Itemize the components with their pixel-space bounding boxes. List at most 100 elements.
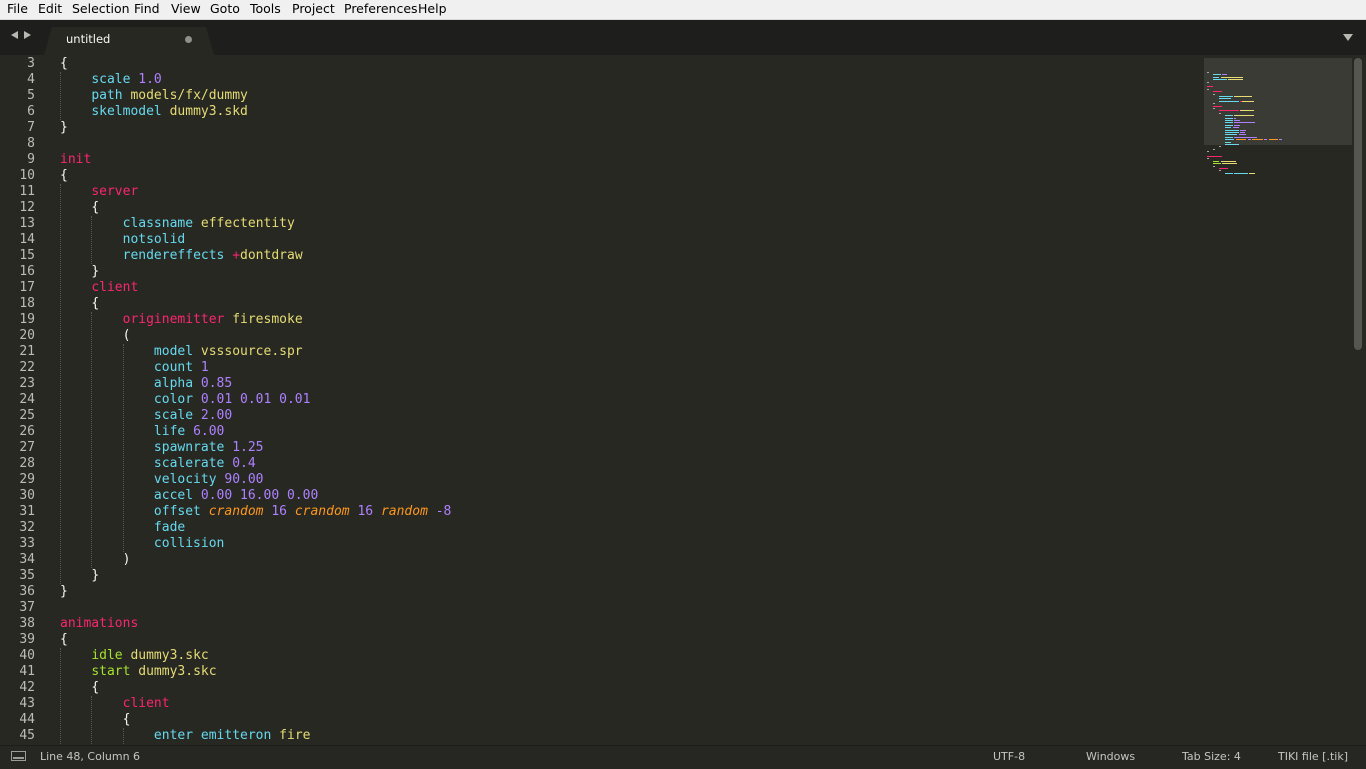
tab-title[interactable]: untitled (66, 32, 110, 46)
code-editor[interactable]: 3{4 scale 1.0 5 path models/fx/dummy 6 ske… (0, 55, 1366, 745)
line-number: 27 (19, 440, 35, 455)
code-line[interactable]: 3{ (0, 56, 1200, 72)
status-syntax[interactable]: TIKI file [.tik] (1278, 750, 1348, 764)
code-line[interactable]: 35 } (0, 568, 1200, 584)
code-line[interactable]: 37 (0, 600, 1200, 616)
code-line[interactable]: 28 scalerate 0.4 (0, 456, 1200, 472)
minimap-mark (1225, 141, 1231, 143)
code-line[interactable]: 17 client (0, 280, 1200, 296)
code-line[interactable]: 41 start dummy3.skc (0, 664, 1200, 680)
line-code: scale 2.00 (60, 408, 232, 424)
code-line[interactable]: 23 alpha 0.85 (0, 376, 1200, 392)
vertical-scrollbar[interactable] (1354, 58, 1362, 350)
minimap-mark (1219, 146, 1221, 148)
code-line[interactable]: 22 count 1 (0, 360, 1200, 376)
code-token: client (122, 696, 170, 711)
code-token: count (153, 360, 194, 375)
code-line[interactable]: 11 server (0, 184, 1200, 200)
triangle-down-icon[interactable] (1343, 34, 1353, 41)
code-line[interactable]: 34 ) (0, 552, 1200, 568)
code-line[interactable]: 30 accel 0.00 16.00 0.00 (0, 488, 1200, 504)
menu-view[interactable]: View (171, 1, 201, 17)
code-line[interactable]: 45 enter emitteron fire (0, 728, 1200, 744)
code-line[interactable]: 40 idle dummy3.skc (0, 648, 1200, 664)
code-line[interactable]: 38 animations (0, 616, 1200, 632)
minimap-mark (1213, 93, 1215, 95)
code-line[interactable]: 24 color 0.01 0.01 0.01 (0, 392, 1200, 408)
minimap[interactable] (1204, 58, 1352, 218)
menu-tools[interactable]: Tools (250, 1, 281, 17)
status-line-endings[interactable]: Windows (1086, 750, 1135, 764)
menu-edit[interactable]: Edit (38, 1, 62, 17)
code-line[interactable]: 25 scale 2.00 (0, 408, 1200, 424)
line-code: path models/fx/dummy (60, 88, 248, 104)
code-line[interactable]: 36} (0, 584, 1200, 600)
code-line[interactable]: 13 classname effectentity (0, 216, 1200, 232)
minimap-mark (1225, 117, 1233, 119)
code-line[interactable]: 21 model vsssource.spr (0, 344, 1200, 360)
code-token: { (122, 712, 131, 727)
code-token: start (91, 664, 131, 679)
code-line[interactable]: 6 skelmodel dummy3.skd (0, 104, 1200, 120)
code-line[interactable]: 9 init (0, 152, 1200, 168)
minimap-mark (1234, 136, 1257, 138)
triangle-left-icon[interactable] (11, 31, 18, 39)
code-line[interactable]: 32 fade (0, 520, 1200, 536)
code-line[interactable]: 14 notsolid (0, 232, 1200, 248)
code-line[interactable]: 44 { (0, 712, 1200, 728)
menu-file[interactable]: File (7, 1, 28, 17)
code-token: 90.00 (224, 472, 264, 487)
menu-preferences[interactable]: Preferences (344, 1, 418, 17)
triangle-right-icon[interactable] (24, 31, 31, 39)
status-cursor-position: Line 48, Column 6 (40, 750, 141, 763)
menu-find[interactable]: Find (134, 1, 160, 17)
minimap-mark (1234, 117, 1236, 119)
code-line[interactable]: 7} (0, 120, 1200, 136)
code-line[interactable]: 5 path models/fx/dummy (0, 88, 1200, 104)
code-line[interactable]: 4 scale 1.0 (0, 72, 1200, 88)
status-tab-size[interactable]: Tab Size: 4 (1182, 750, 1241, 764)
status-encoding[interactable]: UTF-8 (993, 750, 1025, 764)
code-line[interactable]: 33 collision (0, 536, 1200, 552)
code-line[interactable]: 18 { (0, 296, 1200, 312)
minimap-mark (1249, 172, 1255, 174)
code-line[interactable]: 39 { (0, 632, 1200, 648)
minimap-mark (1264, 139, 1267, 141)
menu-project[interactable]: Project (292, 1, 335, 17)
minimap-mark (1213, 108, 1215, 109)
menu-goto[interactable]: Goto (210, 1, 240, 17)
code-line[interactable]: 20 ( (0, 328, 1200, 344)
code-line[interactable]: 16 } (0, 264, 1200, 280)
line-number: 4 (27, 72, 35, 87)
code-token: dummy3.skd (169, 104, 248, 119)
line-number: 43 (19, 696, 35, 711)
code-line[interactable]: 12 { (0, 200, 1200, 216)
line-number: 40 (19, 648, 35, 663)
code-line[interactable]: 31 offset crandom 16 crandom 16 random -… (0, 504, 1200, 520)
code-line[interactable]: 29 velocity 90.00 (0, 472, 1200, 488)
code-line[interactable]: 8 (0, 136, 1200, 152)
code-line[interactable]: 10 { (0, 168, 1200, 184)
code-line[interactable]: 43 client (0, 696, 1200, 712)
line-code: color 0.01 0.01 0.01 (60, 392, 311, 408)
code-line[interactable]: 26 life 6.00 (0, 424, 1200, 440)
line-number: 7 (27, 120, 35, 135)
code-line[interactable]: 15 rendereffects +dontdraw (0, 248, 1200, 264)
panel-icon[interactable] (11, 751, 26, 761)
indent-guide (60, 72, 61, 120)
minimap-mark (1268, 139, 1278, 141)
code-token: fire (279, 728, 311, 743)
menu-selection[interactable]: Selection (72, 1, 130, 17)
code-line[interactable]: 27 spawnrate 1.25 (0, 440, 1200, 456)
code-token: } (60, 584, 68, 599)
line-code: server (60, 184, 138, 200)
minimap-mark (1220, 160, 1236, 162)
dot-icon[interactable] (185, 36, 192, 43)
code-line[interactable]: 19 originemitter firesmoke (0, 312, 1200, 328)
minimap-mark (1225, 144, 1239, 145)
code-line[interactable]: 42 { (0, 680, 1200, 696)
menu-help[interactable]: Help (418, 1, 447, 17)
